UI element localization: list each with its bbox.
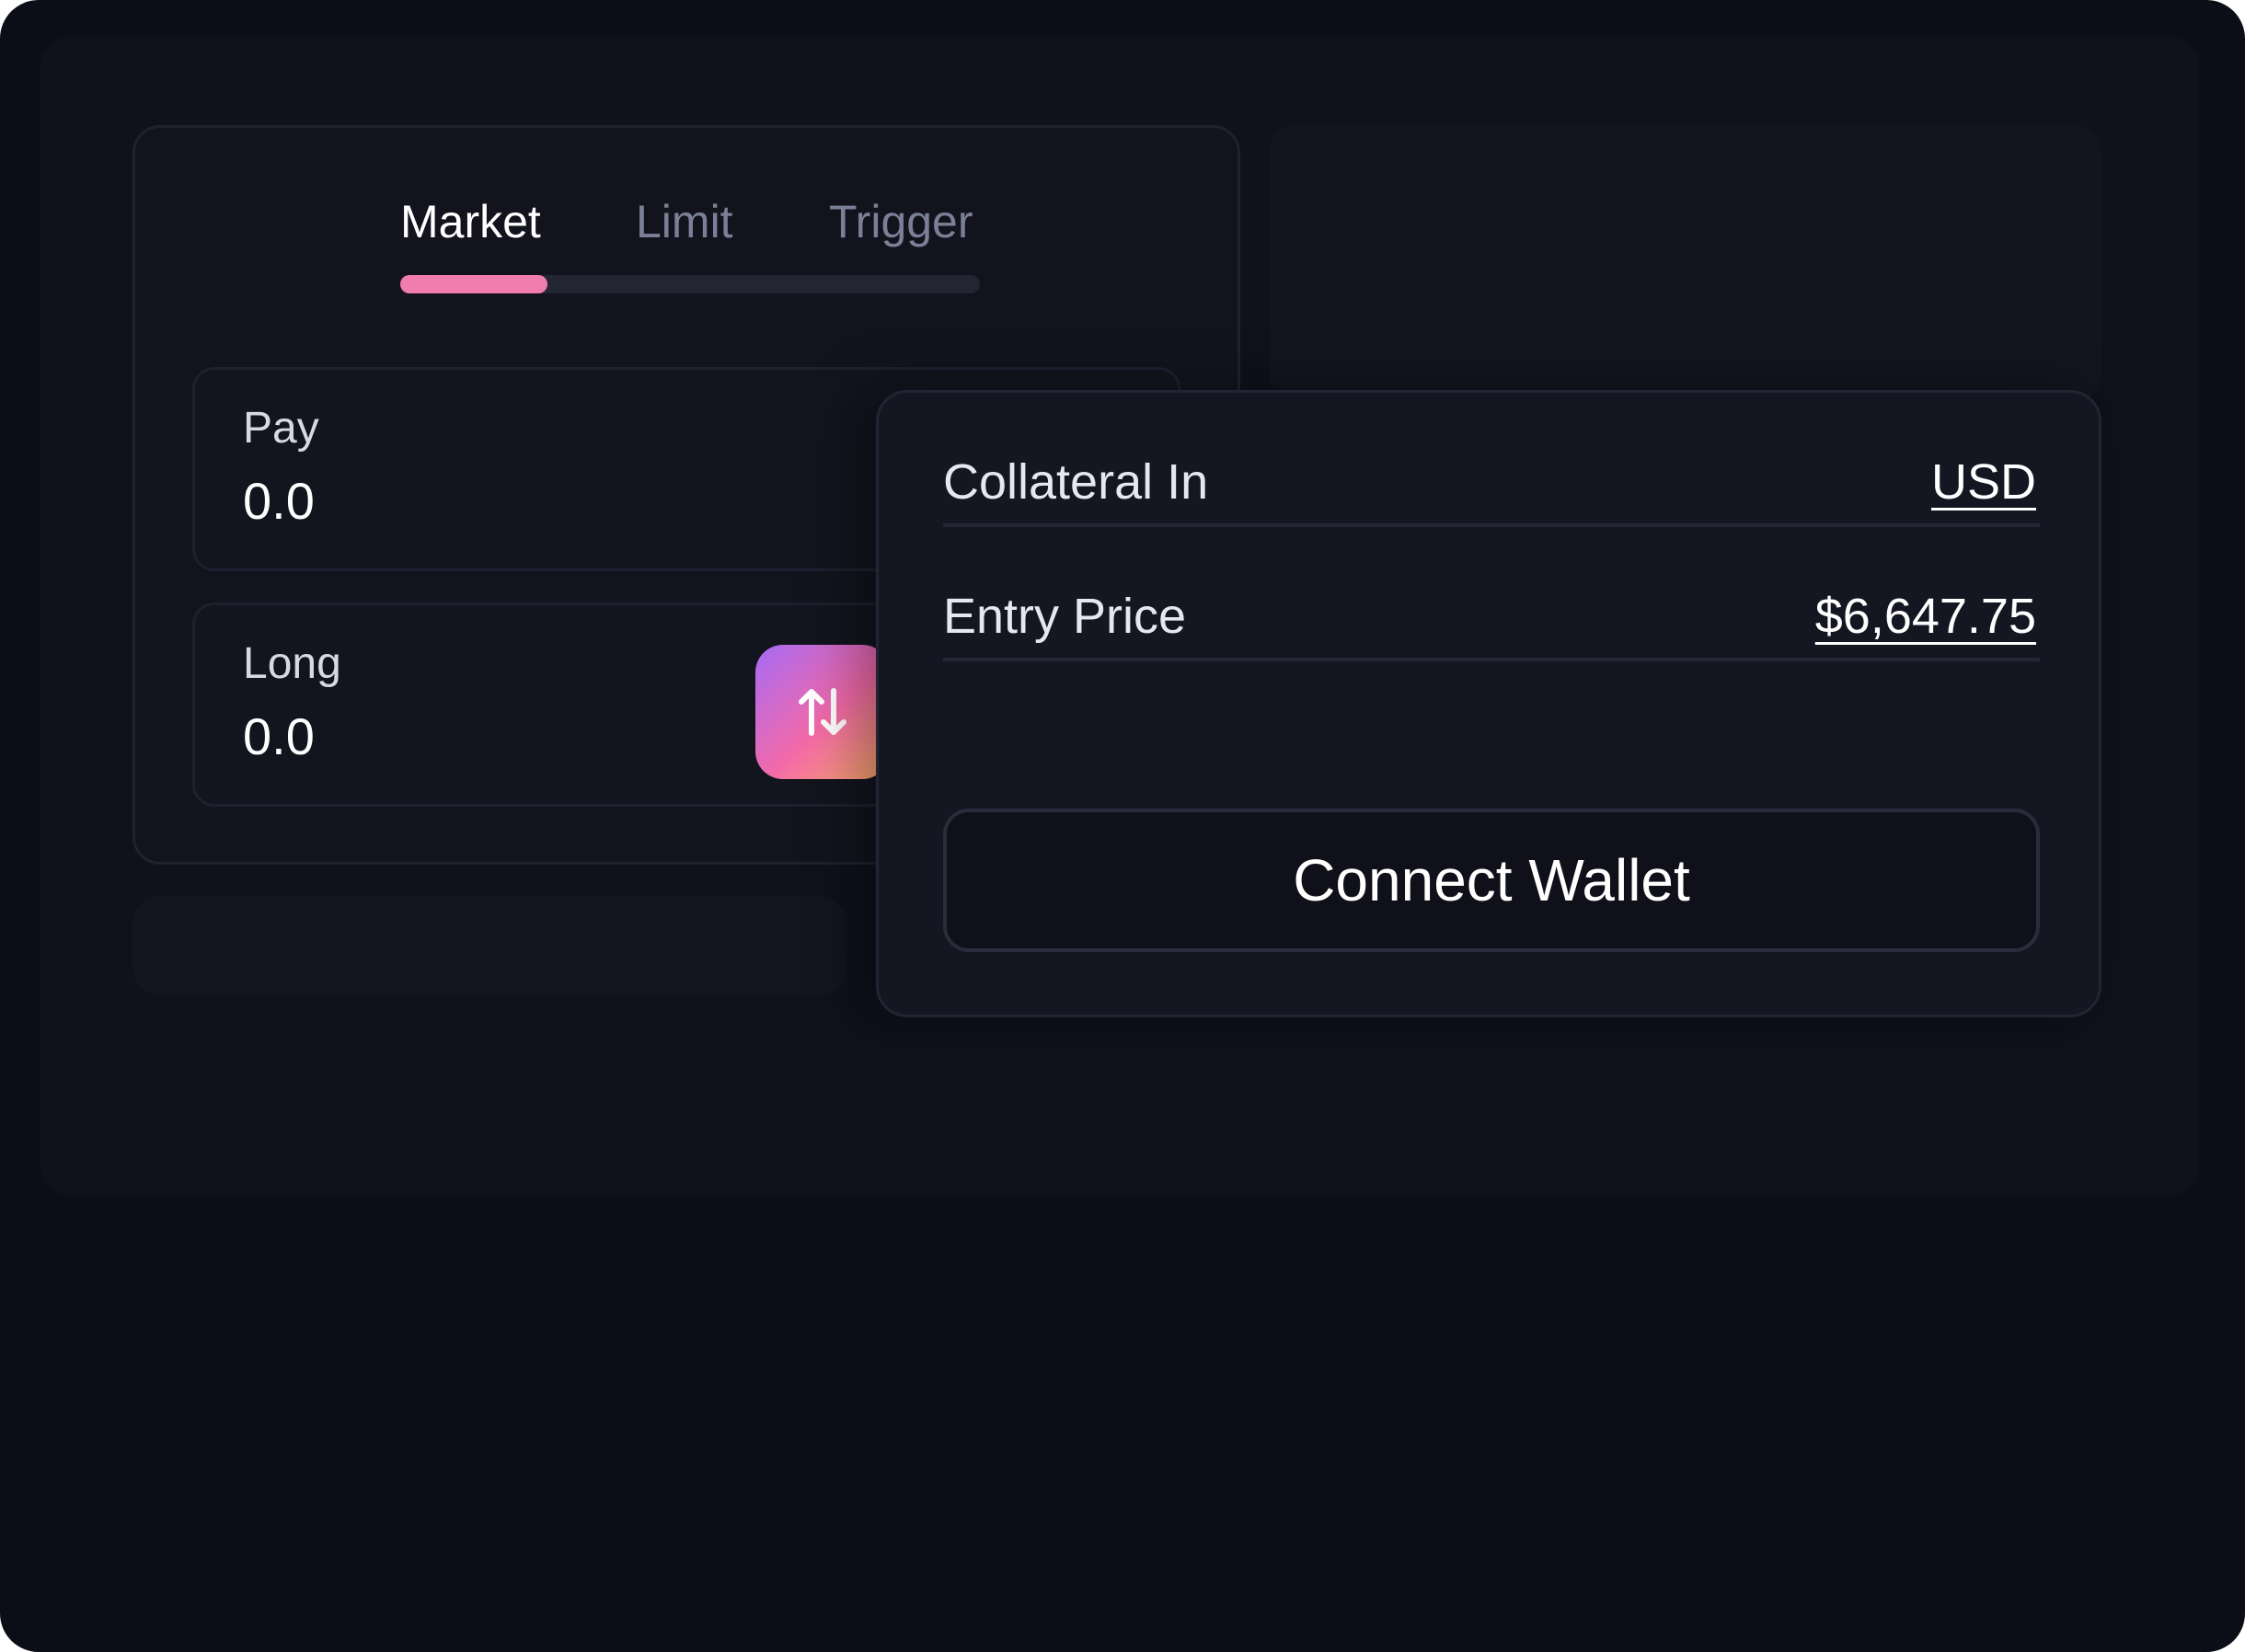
- entry-price-row: Entry Price $6,647.75: [943, 527, 2040, 661]
- tab-active-indicator: [400, 275, 547, 293]
- collateral-token-selector[interactable]: USD: [1931, 453, 2036, 511]
- swap-arrows-icon: [799, 688, 846, 736]
- collateral-row: Collateral In USD: [943, 393, 2040, 527]
- position-details-card: Collateral In USD Entry Price $6,647.75 …: [876, 390, 2101, 1017]
- long-amount-input[interactable]: 0.0: [243, 706, 315, 766]
- pay-label: Pay: [243, 404, 319, 453]
- pay-amount-input[interactable]: 0.0: [243, 471, 315, 531]
- tab-progress-track: [400, 275, 980, 293]
- long-label: Long: [243, 639, 341, 688]
- entry-price-label: Entry Price: [943, 589, 1187, 644]
- tab-trigger[interactable]: Trigger: [829, 192, 973, 251]
- connect-wallet-button[interactable]: Connect Wallet: [943, 809, 2040, 952]
- entry-price-value[interactable]: $6,647.75: [1815, 588, 2036, 645]
- background-chart-card: [1270, 125, 2101, 401]
- tab-limit[interactable]: Limit: [636, 192, 733, 251]
- order-type-tabs: Market Limit Trigger: [400, 192, 980, 251]
- swap-direction-button[interactable]: [755, 645, 890, 779]
- app-canvas: Market Limit Trigger Pay 0.0 Long 0.0 Co…: [0, 0, 2245, 1652]
- collateral-label: Collateral In: [943, 454, 1209, 510]
- tab-market[interactable]: Market: [400, 192, 541, 251]
- background-info-strip: [132, 896, 846, 995]
